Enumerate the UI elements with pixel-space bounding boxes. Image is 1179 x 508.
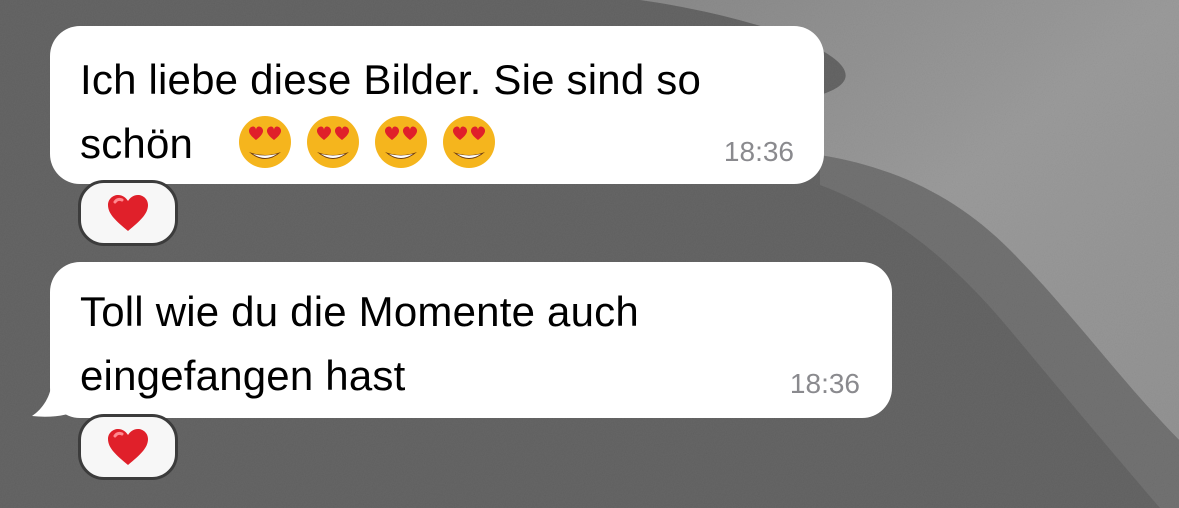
message-timestamp: 18:36 — [723, 136, 794, 167]
message-bubble-1[interactable]: Ich liebe diese Bilder. Sie sind so schö… — [50, 26, 824, 184]
reaction-badge-2[interactable] — [78, 414, 178, 480]
message-text: Ich liebe diese Bilder. Sie sind so schö… — [80, 48, 794, 176]
message-timestamp: 18:36 — [789, 368, 860, 399]
heart-eyes-emoji-icon — [373, 114, 429, 170]
heart-eyes-emoji-icon — [305, 114, 361, 170]
message-text: Toll wie du die Momente auch eingefangen… — [80, 280, 862, 408]
message-line: Ich liebe diese Bilder. Sie sind so — [80, 56, 702, 103]
heart-icon — [108, 429, 148, 465]
message-line: Toll wie du die Momente auch — [80, 288, 639, 335]
message-line-with-emojis: schön — [80, 112, 794, 176]
message-line: eingefangen hast — [80, 352, 406, 399]
heart-eyes-emoji-icon — [441, 114, 497, 170]
message-bubble-2[interactable]: Toll wie du die Momente auch eingefangen… — [50, 262, 892, 418]
heart-icon — [108, 195, 148, 231]
heart-eyes-emoji-icon — [237, 114, 293, 170]
reaction-badge-1[interactable] — [78, 180, 178, 246]
message-line: schön — [80, 120, 194, 167]
